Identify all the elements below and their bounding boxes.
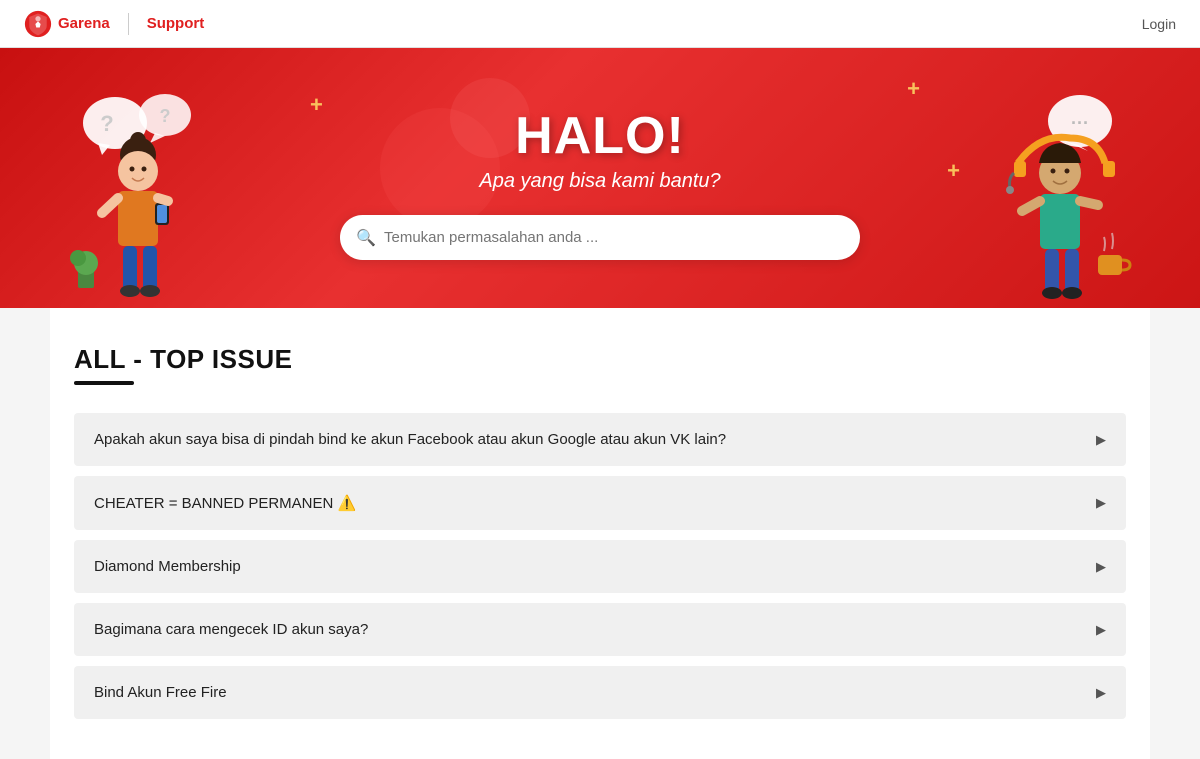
hero-banner: + + + ? ? bbox=[0, 48, 1200, 308]
navbar-left: Garena Support bbox=[24, 10, 204, 38]
garena-icon bbox=[24, 10, 52, 38]
faq-item[interactable]: Bind Akun Free Fire ▶ bbox=[74, 666, 1126, 719]
faq-arrow-icon: ▶ bbox=[1096, 432, 1106, 448]
hero-subtitle: Apa yang bisa kami bantu? bbox=[479, 170, 720, 193]
section-title: ALL - TOP ISSUE bbox=[74, 344, 1126, 375]
search-bar-container: 🔍 bbox=[340, 215, 860, 260]
nav-divider bbox=[128, 13, 129, 35]
faq-list: Apakah akun saya bisa di pindah bind ke … bbox=[74, 413, 1126, 719]
svg-text:?: ? bbox=[100, 111, 113, 136]
garena-brand-text: Garena bbox=[58, 15, 110, 32]
faq-item[interactable]: Bagimana cara mengecek ID akun saya? ▶ bbox=[74, 603, 1126, 656]
faq-arrow-icon: ▶ bbox=[1096, 495, 1106, 511]
svg-text:?: ? bbox=[160, 106, 171, 126]
faq-item[interactable]: Apakah akun saya bisa di pindah bind ke … bbox=[74, 413, 1126, 466]
support-label: Support bbox=[147, 15, 205, 32]
section-underline bbox=[74, 381, 134, 385]
faq-arrow-icon: ▶ bbox=[1096, 559, 1106, 575]
hero-title: HALO! bbox=[515, 106, 685, 166]
faq-item-text: Bagimana cara mengecek ID akun saya? bbox=[94, 621, 368, 638]
login-button[interactable]: Login bbox=[1142, 16, 1176, 32]
faq-item-text: Bind Akun Free Fire bbox=[94, 684, 227, 701]
character-left: ? ? bbox=[60, 83, 220, 308]
character-right: ··· bbox=[970, 83, 1140, 308]
svg-text:···: ··· bbox=[1071, 113, 1089, 133]
faq-item[interactable]: Diamond Membership ▶ bbox=[74, 540, 1126, 593]
faq-item-text: Diamond Membership bbox=[94, 558, 241, 575]
garena-logo: Garena bbox=[24, 10, 110, 38]
faq-arrow-icon: ▶ bbox=[1096, 622, 1106, 638]
deco-plus-3: + bbox=[310, 92, 323, 118]
faq-item[interactable]: CHEATER = BANNED PERMANEN ⚠️ ▶ bbox=[74, 476, 1126, 530]
main-content: ALL - TOP ISSUE Apakah akun saya bisa di… bbox=[50, 308, 1150, 759]
navbar: Garena Support Login bbox=[0, 0, 1200, 48]
deco-plus-2: + bbox=[947, 158, 960, 184]
faq-item-text: Apakah akun saya bisa di pindah bind ke … bbox=[94, 431, 726, 448]
faq-arrow-icon: ▶ bbox=[1096, 685, 1106, 701]
search-input[interactable] bbox=[340, 215, 860, 260]
deco-plus-1: + bbox=[907, 76, 920, 102]
search-icon: 🔍 bbox=[356, 228, 376, 248]
faq-item-text: CHEATER = BANNED PERMANEN ⚠️ bbox=[94, 494, 356, 512]
